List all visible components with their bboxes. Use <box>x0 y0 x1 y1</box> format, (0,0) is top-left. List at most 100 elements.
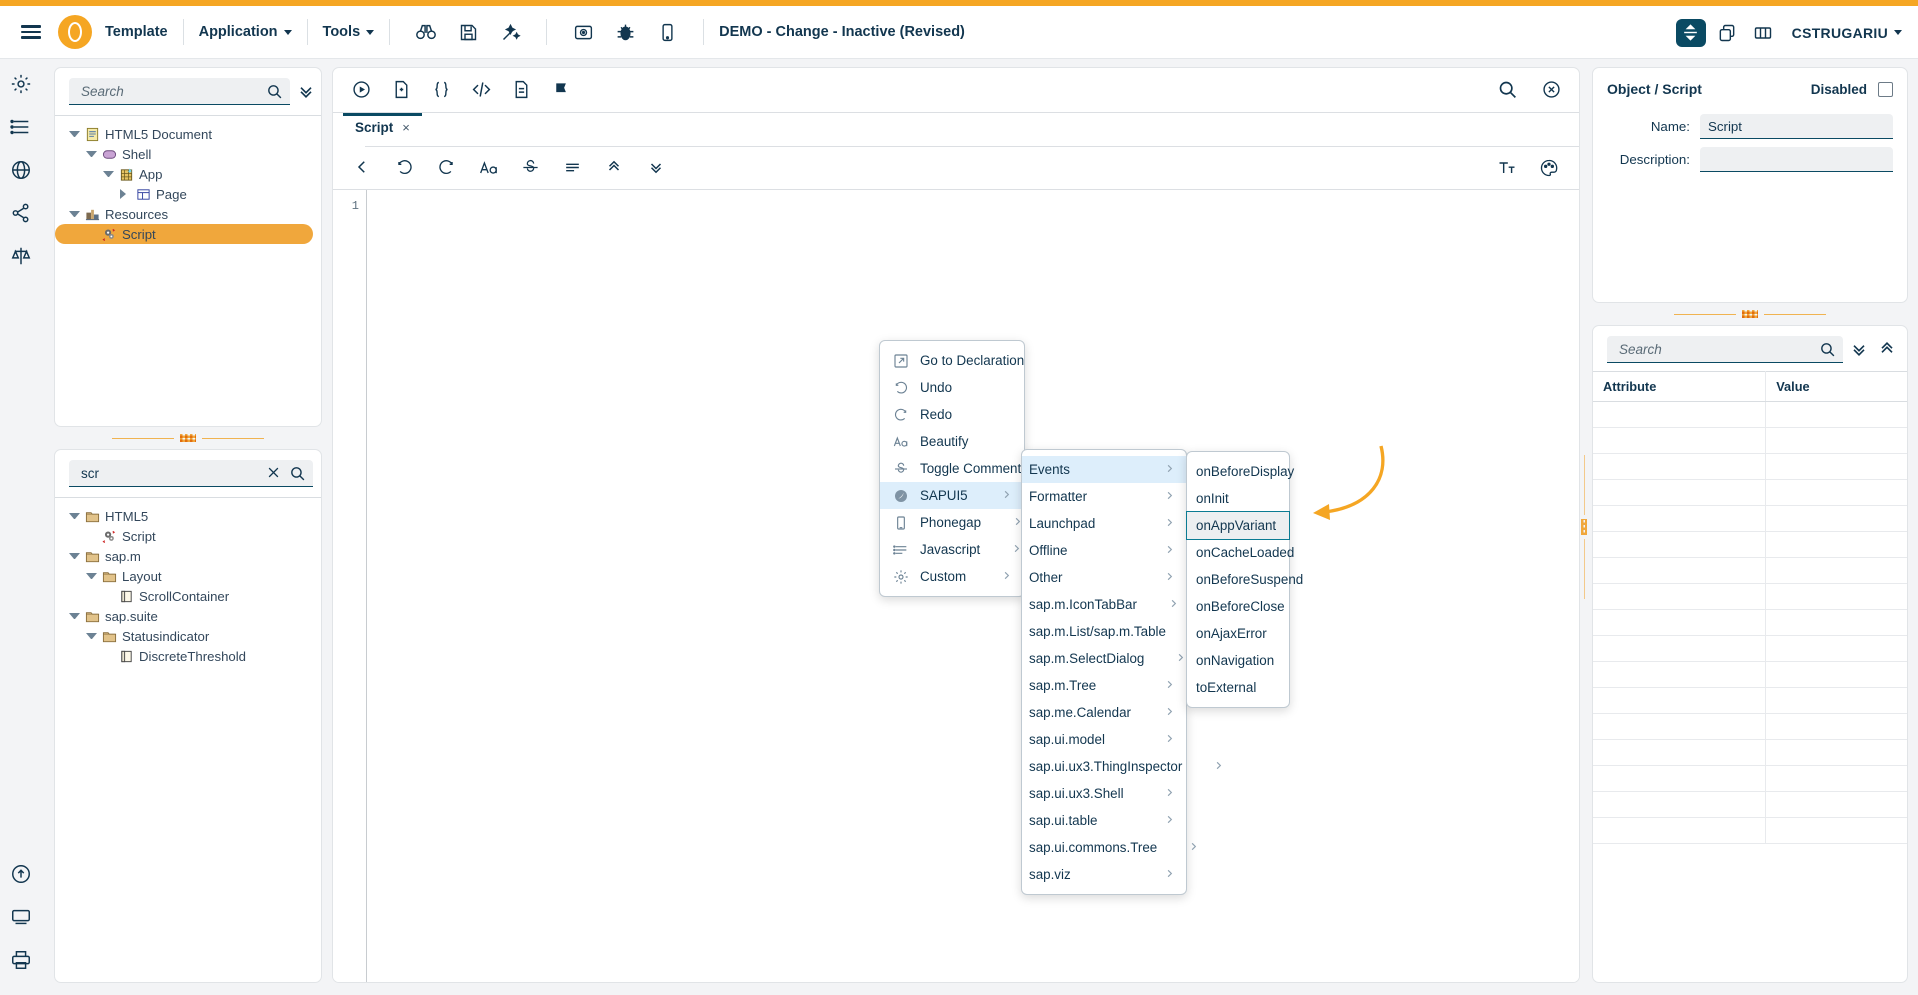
twisty-expanded-icon[interactable] <box>103 171 114 177</box>
menu-item-sap-ui-ux3-thinginspector[interactable]: sap.ui.ux3.ThingInspector <box>1022 753 1222 780</box>
tree-item-html5[interactable]: HTML5 <box>55 506 321 526</box>
menu-item-toggle-comment[interactable]: Toggle Comment <box>880 455 1024 482</box>
menu-item-sap-ui-table[interactable]: sap.ui.table <box>1022 807 1186 834</box>
menu-item-onbeforedisplay[interactable]: onBeforeDisplay <box>1187 458 1294 485</box>
menu-item-toexternal[interactable]: toExternal <box>1187 674 1289 701</box>
table-row[interactable] <box>1593 765 1907 792</box>
table-row[interactable] <box>1593 505 1907 532</box>
description-field[interactable] <box>1700 147 1893 172</box>
table-row[interactable] <box>1593 557 1907 584</box>
redo-icon[interactable] <box>437 158 457 178</box>
library-tree-search-input[interactable] <box>79 464 260 482</box>
table-row[interactable] <box>1593 401 1907 428</box>
table-row[interactable] <box>1593 531 1907 558</box>
menu-item-sap-m-list-sap-m-table[interactable]: sap.m.List/sap.m.Table <box>1022 618 1206 645</box>
columns-icon[interactable] <box>1748 19 1778 47</box>
tree-item-sap-suite[interactable]: sap.suite <box>55 606 321 626</box>
splitter-grip-icon[interactable] <box>180 434 196 442</box>
table-row[interactable] <box>1593 739 1907 766</box>
close-icon[interactable]: × <box>402 120 410 135</box>
publish-icon[interactable] <box>10 863 34 887</box>
run-icon[interactable] <box>351 79 373 101</box>
tree-item-script[interactable]: Script <box>55 526 321 546</box>
table-row[interactable] <box>1593 687 1907 714</box>
tree-item-shell[interactable]: Shell <box>55 144 321 164</box>
splitter-grip-icon[interactable] <box>1742 310 1758 318</box>
tree-item-script[interactable]: Script <box>55 224 313 244</box>
table-row[interactable] <box>1593 791 1907 818</box>
preview-file-icon[interactable] <box>391 79 413 101</box>
table-row[interactable] <box>1593 427 1907 454</box>
layers-icon[interactable] <box>10 906 34 930</box>
menu-tools[interactable]: Tools <box>323 24 375 40</box>
undo-icon[interactable] <box>395 158 415 178</box>
mobile-preview-icon[interactable] <box>652 17 682 47</box>
menu-item-events[interactable]: Events <box>1022 456 1186 483</box>
menu-item-sap-m-tree[interactable]: sap.m.Tree <box>1022 672 1186 699</box>
menu-item-sapui5[interactable]: SAPUI5 <box>880 482 1024 509</box>
copy-icon[interactable] <box>1712 19 1742 47</box>
expand-all-icon[interactable] <box>296 81 318 103</box>
font-case-icon[interactable] <box>479 158 499 178</box>
deploy-icon[interactable] <box>568 17 598 47</box>
attributes-search-input[interactable] <box>1617 340 1813 358</box>
object-tree-search-input[interactable] <box>79 82 260 100</box>
context-menu-events[interactable]: onBeforeDisplay onInit onAppVariant onCache… <box>1186 451 1303 708</box>
tree-item-sap-m[interactable]: sap.m <box>55 546 321 566</box>
tree-item-html5-document[interactable]: HTML5 Document <box>55 124 321 144</box>
chevron-down-icon[interactable] <box>1894 30 1902 35</box>
tree-item-discretethreshold[interactable]: DiscreteThreshold <box>55 646 321 666</box>
menu-item-launchpad[interactable]: Launchpad <box>1022 510 1186 537</box>
binoculars-icon[interactable] <box>411 17 441 47</box>
save-icon[interactable] <box>453 17 483 47</box>
menu-item-sap-ui-ux3-shell[interactable]: sap.ui.ux3.Shell <box>1022 780 1186 807</box>
balance-icon[interactable] <box>10 245 34 269</box>
flag-icon[interactable] <box>551 79 573 101</box>
menu-item-sap-ui-commons-tree[interactable]: sap.ui.commons.Tree <box>1022 834 1197 861</box>
menu-item-onappvariant[interactable]: onAppVariant <box>1186 511 1290 540</box>
twisty-expanded-icon[interactable] <box>69 613 80 619</box>
expand-down-icon[interactable] <box>647 158 667 178</box>
table-row[interactable] <box>1593 817 1907 844</box>
menu-item-beautify[interactable]: Beautify <box>880 428 1024 455</box>
code-tag-icon[interactable] <box>471 79 493 101</box>
menu-item-phonegap[interactable]: Phonegap <box>880 509 1024 536</box>
text-format-icon[interactable] <box>1497 158 1517 178</box>
disabled-toggle-group[interactable]: Disabled <box>1811 81 1893 97</box>
table-row[interactable] <box>1593 635 1907 662</box>
twisty-expanded-icon[interactable] <box>69 553 80 559</box>
user-name-label[interactable]: CSTRUGARIU <box>1792 25 1888 41</box>
wand-icon[interactable] <box>495 17 525 47</box>
table-row[interactable] <box>1593 661 1907 688</box>
hamburger-menu-icon[interactable] <box>14 15 48 49</box>
table-row[interactable] <box>1593 609 1907 636</box>
menu-item-javascript[interactable]: Javascript <box>880 536 1024 563</box>
center-right-splitter[interactable] <box>1580 59 1588 995</box>
twisty-expanded-icon[interactable] <box>86 151 97 157</box>
context-menu-main[interactable]: Go to Declaration Undo Redo Beautify Toggle … <box>879 340 1025 597</box>
menu-item-onajaxerror[interactable]: onAjaxError <box>1187 620 1289 647</box>
twisty-collapsed-icon[interactable] <box>120 189 131 199</box>
context-menu-sapui5[interactable]: Events Formatter Launchpad Offline Other sap.… <box>1021 449 1222 895</box>
menu-application[interactable]: Application <box>199 24 292 40</box>
tree-item-statusindicator[interactable]: Statusindicator <box>55 626 321 646</box>
menu-item-formatter[interactable]: Formatter <box>1022 483 1186 510</box>
expand-all-icon[interactable] <box>319 463 321 485</box>
search-icon[interactable] <box>1819 341 1836 358</box>
twisty-expanded-icon[interactable] <box>86 573 97 579</box>
menu-item-go-to-declaration[interactable]: Go to Declaration <box>880 347 1024 374</box>
object-tree-search-box[interactable] <box>69 78 290 105</box>
table-row[interactable] <box>1593 453 1907 480</box>
library-tree-search-box[interactable] <box>69 460 313 487</box>
disabled-checkbox[interactable] <box>1878 81 1893 97</box>
name-field[interactable] <box>1700 114 1893 139</box>
table-row[interactable] <box>1593 583 1907 610</box>
menu-item-redo[interactable]: Redo <box>880 401 1024 428</box>
right-panel-splitter[interactable] <box>1592 303 1908 325</box>
column-header-attribute[interactable]: Attribute <box>1593 371 1767 402</box>
menu-item-onbeforeclose[interactable]: onBeforeClose <box>1187 593 1289 620</box>
tree-item-layout[interactable]: Layout <box>55 566 321 586</box>
menu-item-offline[interactable]: Offline <box>1022 537 1186 564</box>
tree-item-resources[interactable]: Resources <box>55 204 321 224</box>
twisty-expanded-icon[interactable] <box>86 633 97 639</box>
